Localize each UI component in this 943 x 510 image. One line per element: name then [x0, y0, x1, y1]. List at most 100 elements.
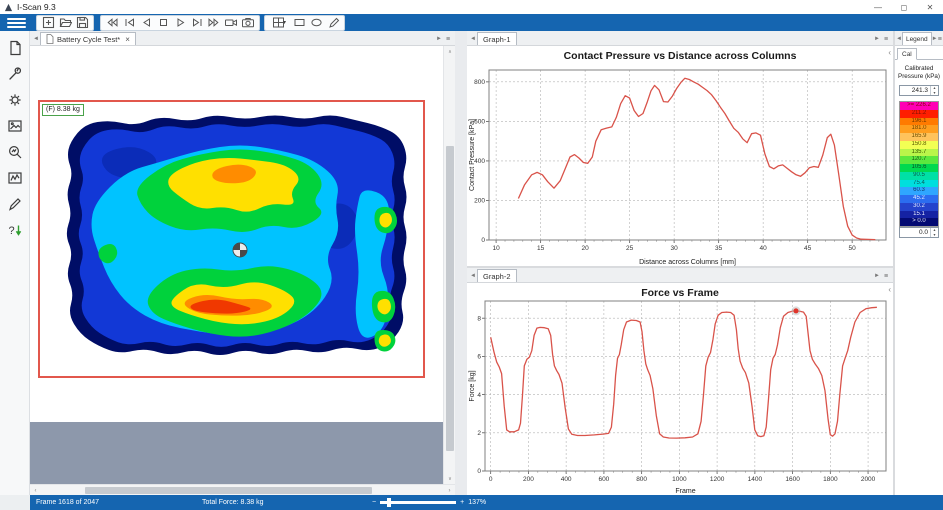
close-button[interactable]: ✕	[917, 0, 943, 14]
graph2-tab-bar: ◄ Graph-2 ► ≡	[467, 268, 893, 283]
legend-title: Calibrated Pressure (kPa)	[898, 65, 940, 80]
panel-menu-button[interactable]: ≡	[443, 33, 453, 45]
max-pressure-value[interactable]: 241.3	[900, 87, 930, 94]
pencil-icon	[328, 17, 339, 28]
legend-scale-row: 60.3	[900, 187, 938, 195]
previous-frame-button[interactable]	[138, 16, 154, 30]
tab-label: Graph-1	[483, 34, 511, 44]
save-button[interactable]	[74, 16, 90, 30]
snapshot-button[interactable]	[240, 16, 256, 30]
spin-down-icon: ▼	[932, 90, 937, 95]
play-icon	[177, 18, 184, 27]
caret-down-icon: ▾	[282, 20, 286, 26]
help-download-icon: ?	[8, 225, 21, 237]
zoom-out-button[interactable]: −	[372, 499, 376, 506]
min-pressure-value[interactable]: 0.0	[900, 229, 930, 236]
svg-text:200: 200	[523, 476, 534, 483]
save-icon	[76, 16, 88, 29]
rewind-button[interactable]	[104, 16, 120, 30]
next-frame-button[interactable]	[189, 16, 205, 30]
wrench-tool-button[interactable]	[4, 65, 26, 82]
tab-legend[interactable]: Legend	[901, 32, 932, 45]
spinner-arrows[interactable]: ▲ ▼	[930, 228, 938, 237]
playback-toolbar-group	[100, 14, 260, 31]
tab-graph-2[interactable]: Graph-2	[477, 269, 517, 282]
panel-menu-button[interactable]: ≡	[881, 270, 891, 282]
spinner-arrows[interactable]: ▲ ▼	[930, 86, 938, 95]
open-file-button[interactable]	[57, 16, 73, 30]
horizontal-scrollbar-thumb[interactable]	[85, 487, 372, 494]
svg-text:10: 10	[493, 245, 501, 252]
annotate-pencil-button[interactable]	[4, 195, 26, 212]
pressure-map-canvas[interactable]: (F) 8.38 kg	[30, 46, 443, 484]
tab-scroll-left-button[interactable]: ◄	[469, 270, 477, 282]
collapse-panel-button[interactable]: ‹	[888, 286, 891, 294]
collapse-panel-button[interactable]: ‹	[888, 49, 891, 57]
fast-forward-icon	[208, 18, 219, 27]
max-pressure-spinner[interactable]: 241.3 ▲ ▼	[899, 85, 939, 96]
legend-scale-row: > 0.0	[900, 218, 938, 226]
panel-menu-button[interactable]: ≡	[881, 33, 891, 45]
status-bar: Frame 1618 of 2047 Total Force: 8.38 kg …	[30, 495, 943, 510]
stop-button[interactable]	[155, 16, 171, 30]
center-of-force-marker[interactable]	[232, 242, 248, 258]
min-pressure-spinner[interactable]: 0.0 ▲ ▼	[899, 227, 939, 238]
tab-close-icon[interactable]: ×	[125, 35, 130, 44]
file-toolbar-group	[36, 14, 94, 31]
svg-text:1400: 1400	[748, 476, 763, 483]
tab-label: Graph-2	[483, 271, 511, 281]
main-view-panel: ◄ Battery Cycle Test* × ► ≡ (F) 8.38 kg …	[30, 31, 455, 495]
zoom-level: 137%	[468, 499, 487, 506]
legend-scale-row: 150.8	[900, 140, 938, 149]
svg-text:50: 50	[849, 245, 857, 252]
new-window-button[interactable]	[40, 16, 56, 30]
graph1-chart[interactable]: Contact Pressure vs Distance across Colu…	[467, 46, 893, 266]
zoom-slider-thumb[interactable]	[387, 498, 392, 507]
grid-layout-button[interactable]: ▾	[268, 16, 290, 30]
menu-button[interactable]	[3, 16, 30, 30]
ellipse-tool-button[interactable]	[308, 16, 324, 30]
total-force-readout: Total Force: 8.38 kg	[202, 499, 264, 506]
rectangle-tool-button[interactable]	[291, 16, 307, 30]
selection-box[interactable]: (F) 8.38 kg	[38, 100, 425, 378]
help-download-button[interactable]: ?	[4, 221, 26, 238]
svg-text:800: 800	[474, 79, 485, 86]
tab-graph-1[interactable]: Graph-1	[477, 32, 517, 45]
play-button[interactable]	[172, 16, 188, 30]
image-tool-button[interactable]	[4, 117, 26, 134]
tab-cal[interactable]: Cal	[897, 48, 917, 60]
zoom-slider[interactable]	[380, 498, 457, 507]
tab-battery-cycle-test[interactable]: Battery Cycle Test* ×	[40, 32, 136, 45]
zoom-in-button[interactable]: +	[460, 499, 464, 506]
vertical-scrollbar-thumb[interactable]	[446, 146, 454, 451]
svg-text:4: 4	[477, 392, 481, 399]
tab-scroll-right-button[interactable]: ►	[435, 33, 443, 45]
panel-menu-button[interactable]: ≡	[938, 33, 942, 45]
svg-text:0: 0	[489, 476, 493, 483]
graph2-chart[interactable]: Force vs Frame 0 200 400 600 800 1000 1200 1400 1…	[467, 283, 893, 495]
vertical-scrollbar[interactable]: ∧ ∨	[443, 46, 455, 484]
horizontal-scrollbar[interactable]: ‹ ›	[30, 484, 455, 495]
zoom-analysis-button[interactable]	[4, 143, 26, 160]
pressure-heatmap[interactable]	[40, 102, 423, 376]
graph-window-icon	[7, 171, 22, 184]
settings-button[interactable]	[4, 91, 26, 108]
tab-scroll-right-button[interactable]: ►	[873, 33, 881, 45]
panel-splitter[interactable]	[455, 31, 467, 495]
tab-scroll-left-button[interactable]: ◄	[469, 33, 477, 45]
graph1-tab-bar: ◄ Graph-1 ► ≡	[467, 31, 893, 46]
movie-camera-icon	[225, 19, 237, 27]
maximize-button[interactable]: ◻	[891, 0, 917, 14]
tab-scroll-right-button[interactable]: ►	[873, 270, 881, 282]
tab-scroll-left-button[interactable]: ◄	[32, 33, 40, 45]
first-frame-button[interactable]	[121, 16, 137, 30]
legend-scale-row: 75.4	[900, 179, 938, 188]
rewind-icon	[107, 18, 118, 27]
record-movie-button[interactable]	[223, 16, 239, 30]
minimize-button[interactable]: —	[865, 0, 891, 14]
fast-forward-button[interactable]	[206, 16, 222, 30]
svg-text:1000: 1000	[672, 476, 687, 483]
graph-window-button[interactable]	[4, 169, 26, 186]
pencil-tool-button[interactable]	[325, 16, 341, 30]
document-tool-button[interactable]	[4, 39, 26, 56]
